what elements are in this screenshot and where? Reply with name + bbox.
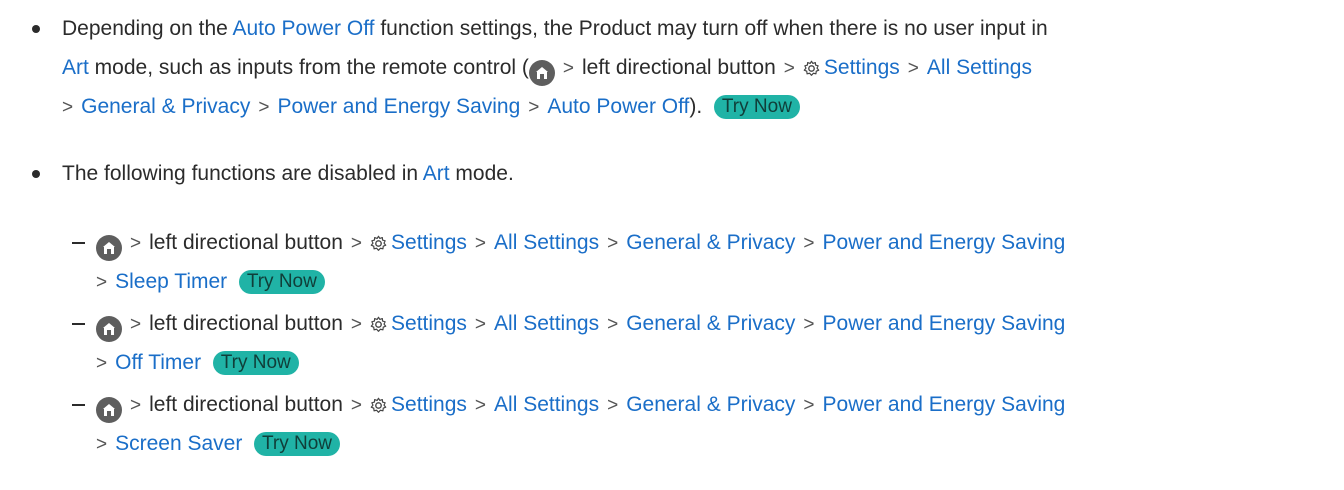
gear-icon	[370, 232, 387, 260]
home-icon	[96, 316, 122, 342]
text: The following functions are disabled in	[62, 162, 423, 185]
left-button-text: left directional button	[149, 312, 343, 335]
separator: >	[96, 272, 108, 293]
general-privacy-link[interactable]: General & Privacy	[626, 231, 795, 254]
sub-item-line: > Off Timer Try Now	[96, 349, 299, 377]
separator: >	[783, 58, 795, 79]
general-privacy-link[interactable]: General & Privacy	[626, 312, 795, 335]
sub-item-line: > left directional button > Settings > All Se…	[96, 310, 1066, 342]
settings-link[interactable]: Settings	[391, 312, 467, 335]
dash	[72, 323, 85, 325]
separator: >	[474, 233, 487, 254]
auto-power-off-link[interactable]: Auto Power Off	[232, 17, 374, 40]
separator: >	[803, 395, 815, 416]
home-icon	[96, 397, 122, 423]
text: mode, such as inputs from the remote con…	[88, 56, 529, 79]
try-now-button[interactable]: Try Now	[238, 270, 325, 294]
sub-item-line: > left directional button > Settings > All Se…	[96, 229, 1066, 261]
off-timer-link[interactable]: Off Timer	[115, 351, 201, 374]
separator: >	[907, 58, 919, 79]
separator: >	[130, 395, 142, 416]
separator: >	[258, 97, 270, 118]
bullet	[32, 25, 40, 33]
left-button-text: left directional button	[149, 231, 343, 254]
separator: >	[62, 97, 74, 118]
sub-item-line: > left directional button > Settings > All Se…	[96, 391, 1066, 423]
all-settings-link[interactable]: All Settings	[494, 393, 599, 416]
general-privacy-link[interactable]: General & Privacy	[626, 393, 795, 416]
try-now-button[interactable]: Try Now	[713, 95, 800, 119]
separator: >	[96, 353, 108, 374]
all-settings-link[interactable]: All Settings	[494, 231, 599, 254]
separator: >	[350, 395, 363, 416]
separator: >	[803, 233, 815, 254]
settings-link[interactable]: Settings	[391, 231, 467, 254]
screen-saver-link[interactable]: Screen Saver	[115, 432, 242, 455]
dash	[72, 242, 85, 244]
settings-link[interactable]: Settings	[824, 56, 900, 79]
left-button-text: left directional button	[149, 393, 343, 416]
separator: >	[96, 434, 108, 455]
paragraph-line: The following functions are disabled in …	[62, 160, 514, 188]
separator: >	[130, 233, 142, 254]
separator: >	[350, 233, 363, 254]
separator: >	[474, 314, 487, 335]
separator: >	[803, 314, 815, 335]
art-link[interactable]: Art	[62, 56, 89, 79]
text: function settings, the Product may turn …	[374, 17, 1048, 40]
power-energy-link[interactable]: Power and Energy Saving	[277, 95, 520, 118]
sub-item-line: > Sleep Timer Try Now	[96, 268, 325, 296]
art-link[interactable]: Art	[423, 162, 450, 185]
home-icon	[528, 60, 555, 86]
separator: >	[528, 97, 540, 118]
all-settings-link[interactable]: All Settings	[927, 56, 1032, 79]
general-privacy-link[interactable]: General & Privacy	[81, 95, 250, 118]
left-button-text: left directional button	[581, 56, 776, 79]
all-settings-link[interactable]: All Settings	[494, 312, 599, 335]
separator: >	[607, 233, 619, 254]
separator: >	[607, 314, 619, 335]
paragraph-line: Art mode, such as inputs from the remote…	[62, 54, 1032, 86]
auto-power-off-link[interactable]: Auto Power Off	[547, 95, 689, 118]
gear-icon	[803, 57, 820, 85]
sub-item-line: > Screen Saver Try Now	[96, 430, 341, 458]
home-icon	[96, 235, 122, 261]
sleep-timer-link[interactable]: Sleep Timer	[115, 270, 227, 293]
text: mode.	[449, 162, 514, 185]
text: ).	[689, 95, 703, 118]
gear-icon	[370, 394, 387, 422]
text: Depending on the	[62, 17, 233, 40]
settings-link[interactable]: Settings	[391, 393, 467, 416]
paragraph-line: > General & Privacy > Power and Energy Savi…	[62, 93, 800, 121]
power-energy-link[interactable]: Power and Energy Saving	[823, 231, 1066, 254]
gear-icon	[370, 313, 387, 341]
power-energy-link[interactable]: Power and Energy Saving	[823, 312, 1066, 335]
separator: >	[474, 395, 487, 416]
dash	[72, 404, 85, 406]
separator: >	[130, 314, 142, 335]
separator: >	[350, 314, 363, 335]
power-energy-link[interactable]: Power and Energy Saving	[823, 393, 1066, 416]
bullet	[32, 170, 40, 178]
separator: >	[562, 58, 574, 79]
try-now-button[interactable]: Try Now	[212, 351, 299, 375]
try-now-button[interactable]: Try Now	[254, 432, 341, 456]
separator: >	[607, 395, 619, 416]
paragraph-line: Depending on the Auto Power Off function…	[62, 15, 1048, 43]
